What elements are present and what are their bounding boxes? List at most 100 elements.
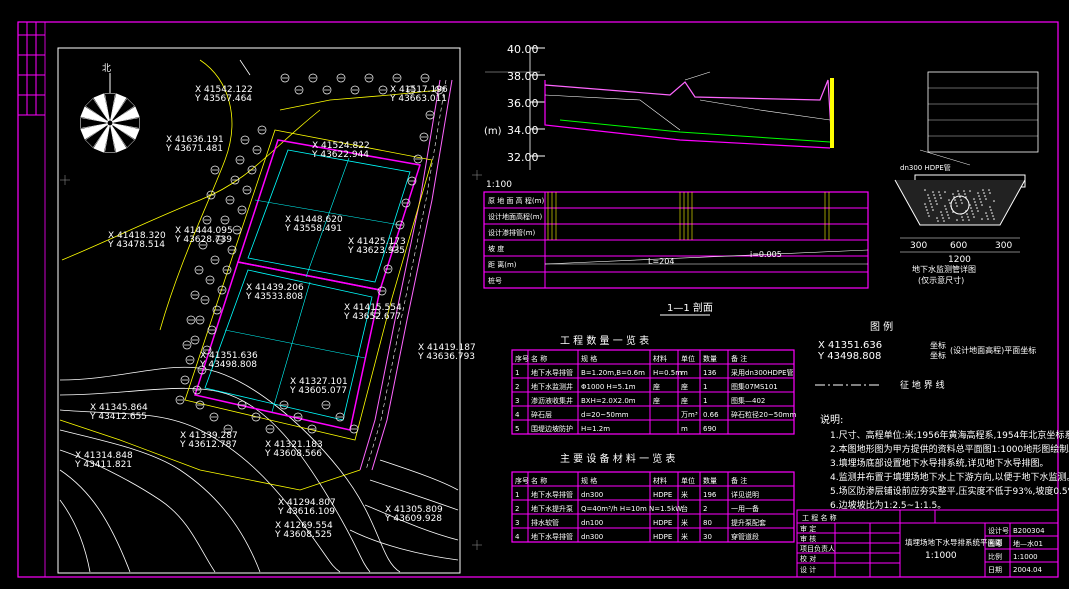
table-header-cell: 规 格 bbox=[581, 354, 597, 363]
table-cell: 提升泵配套 bbox=[731, 518, 766, 527]
row-label-2: 设计渗排管(m) bbox=[488, 228, 536, 237]
table-cell: 地下水导排管 bbox=[531, 368, 573, 377]
note-2: 2.本图地形图为甲方提供的资料总平面图1:1000地形图绘制。 bbox=[830, 443, 1069, 455]
legend-extra: (设计地面高程)平面坐标 bbox=[950, 345, 1036, 355]
drawing-scale: 1:1000 bbox=[925, 551, 957, 561]
tb-value-0: B200304 bbox=[1013, 527, 1045, 535]
table-header-cell: 备 注 bbox=[731, 476, 747, 485]
elev-unit: (m) bbox=[484, 126, 502, 137]
table-cell: 围堤边坡防护 bbox=[531, 424, 573, 433]
detail-subtitle: (仅示意尺寸) bbox=[918, 275, 964, 285]
table-cell: 碎石粒径20~50mm bbox=[731, 410, 796, 419]
table-cell: 穿管道段 bbox=[731, 532, 759, 541]
coordinate-label: Y 43612.787 bbox=[179, 440, 237, 450]
tb-row-1: 审 核 bbox=[800, 534, 816, 543]
table-cell: Φ1000 H=5.1m bbox=[581, 383, 636, 391]
table-cell: 3 bbox=[515, 519, 519, 527]
tb-right-2: 比例 bbox=[988, 552, 1002, 561]
scale-label: 1:100 bbox=[486, 180, 512, 190]
table-cell: 一用一备 bbox=[731, 504, 759, 513]
table-cell: HDPE bbox=[653, 533, 672, 541]
table-header-cell: 名 称 bbox=[531, 354, 547, 363]
tb-row-4: 设 计 bbox=[800, 565, 816, 574]
table-cell: 座 bbox=[653, 382, 660, 391]
detail-dim-1: 600 bbox=[950, 241, 967, 251]
detail-dim-3: 1200 bbox=[948, 255, 971, 265]
elev-tick-0: 40.00 bbox=[507, 43, 539, 56]
note-4: 4.监测井布置于填埋场地下水上下游方向,以便于地下水监测。 bbox=[830, 471, 1069, 483]
table-cell: 座 bbox=[681, 396, 688, 405]
table-cell: 米 bbox=[681, 490, 688, 499]
coordinate-label: Y 43628.739 bbox=[174, 235, 232, 245]
project-label: 工 程 名 称 bbox=[802, 513, 837, 522]
table-cell: 图集—402 bbox=[731, 396, 765, 405]
detail-pipe-label: dn300 HDPE管 bbox=[900, 163, 951, 172]
note-6: 6.边坡坡比为1:2.5~1:1.5。 bbox=[830, 499, 946, 511]
tb-value-2: 1:1000 bbox=[1013, 553, 1038, 561]
table-cell: m bbox=[681, 425, 688, 433]
table-cell: 1 bbox=[515, 491, 519, 499]
coordinate-label: Y 43605.077 bbox=[289, 386, 347, 396]
table-cell: 详见说明 bbox=[731, 490, 759, 499]
note-1: 1.尺寸、高程单位:米;1956年黄海高程系,1954年北京坐标系。 bbox=[830, 429, 1069, 441]
table-cell: 3 bbox=[515, 397, 519, 405]
coordinate-label: Y 43623.935 bbox=[347, 246, 405, 256]
legend-title: 图 例 bbox=[870, 320, 893, 333]
table-cell: dn300 bbox=[581, 533, 603, 541]
table-cell: 196 bbox=[703, 491, 717, 499]
section-title: 1—1 剖面 bbox=[667, 301, 713, 314]
detail-title: 地下水监测管详图 bbox=[912, 264, 976, 274]
coordinate-label: Y 43608.566 bbox=[264, 449, 322, 459]
table-cell: 5 bbox=[515, 425, 519, 433]
table-cell: 1 bbox=[703, 383, 707, 391]
table-cell: 渗沥液收集井 bbox=[531, 396, 573, 405]
table-cell: HDPE bbox=[653, 519, 672, 527]
cad-drawing-canvas[interactable]: 北 X 41542.122Y 43567.464X 41517.196Y 436… bbox=[0, 0, 1069, 589]
table2-title: 主 要 设 备 材 料 一 览 表 bbox=[560, 452, 675, 465]
table-cell: 地下水提升泵 bbox=[531, 504, 573, 513]
table-cell: 1 bbox=[515, 369, 519, 377]
table-cell: 万m³ bbox=[681, 411, 698, 419]
table-header-cell: 单位 bbox=[681, 354, 695, 363]
table-cell: m bbox=[681, 369, 688, 377]
coordinate-label: Y 43652.677 bbox=[343, 312, 401, 322]
tb-value-3: 2004.04 bbox=[1013, 566, 1042, 574]
table-cell: 米 bbox=[681, 518, 688, 527]
elev-tick-4: 32.00 bbox=[507, 151, 539, 164]
table-cell: 30 bbox=[703, 533, 712, 541]
table-cell: 地下水导排管 bbox=[531, 490, 573, 499]
tb-right-3: 日期 bbox=[988, 566, 1002, 574]
coordinate-label: Y 43636.793 bbox=[417, 352, 475, 362]
table-cell: 4 bbox=[515, 533, 520, 541]
detail-dim-2: 300 bbox=[995, 241, 1012, 251]
table-header-cell: 规 格 bbox=[581, 476, 597, 485]
elev-tick-2: 36.00 bbox=[507, 97, 539, 110]
row-label-4: 距 离(m) bbox=[488, 260, 517, 269]
table-cell: 米 bbox=[681, 532, 688, 541]
compass-north-label: 北 bbox=[102, 63, 111, 74]
table-cell: BXH=2.0X2.0m bbox=[581, 397, 636, 405]
slope-label: i=0.005 bbox=[750, 250, 782, 259]
table-cell: 690 bbox=[703, 425, 716, 433]
detail-dim-0: 300 bbox=[910, 241, 927, 251]
table-cell: 碎石层 bbox=[531, 410, 552, 419]
legend-boundary-label: 征 地 界 线 bbox=[900, 379, 945, 391]
table-header-cell: 名 称 bbox=[531, 476, 547, 485]
legend-coord-x: X 41351.636 bbox=[818, 340, 882, 351]
table-header-cell: 备 注 bbox=[731, 354, 747, 363]
table1-title: 工 程 数 量 一 览 表 bbox=[560, 334, 649, 347]
table-cell: d=20~50mm bbox=[581, 411, 629, 419]
table-cell: 2 bbox=[703, 505, 707, 513]
table-cell: B=1.20m,B=0.6m bbox=[581, 369, 645, 377]
note-5: 5.场区防渗层铺设前应夯实整平,压实度不低于93%,坡度0.5%。 bbox=[830, 485, 1069, 497]
coordinate-label: Y 43609.928 bbox=[384, 514, 442, 524]
length-label: L=204 bbox=[648, 257, 674, 266]
coordinate-label: Y 43412.655 bbox=[89, 412, 147, 422]
table-cell: Q=40m³/h H=10m N=1.5kW bbox=[581, 505, 682, 513]
table-cell: HDPE bbox=[653, 491, 672, 499]
table-cell: 2 bbox=[515, 383, 519, 391]
table-cell: 80 bbox=[703, 519, 712, 527]
coordinate-label: Y 43498.808 bbox=[199, 360, 257, 370]
table-cell: dn100 bbox=[581, 519, 603, 527]
table-header-cell: 单位 bbox=[681, 476, 695, 485]
